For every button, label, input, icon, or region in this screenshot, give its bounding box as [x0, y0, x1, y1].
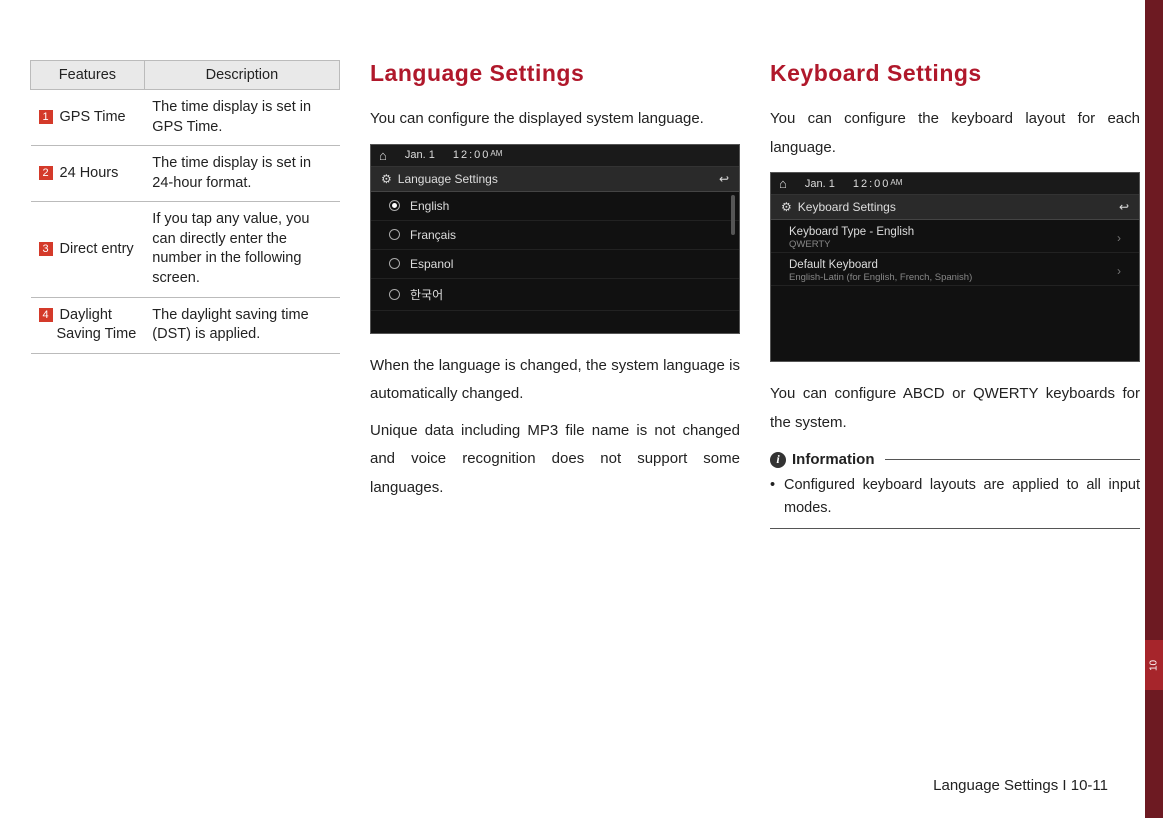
- language-option: Français: [371, 221, 739, 250]
- row-subtitle: QWERTY: [789, 239, 914, 250]
- radio-icon: [389, 258, 400, 269]
- feature-number-badge: 1: [39, 110, 53, 124]
- information-item: Configured keyboard layouts are applied …: [770, 474, 1140, 520]
- keyboard-settings-intro: You can configure the keyboard layout fo…: [770, 105, 1140, 162]
- language-settings-note1: When the language is changed, the system…: [370, 352, 740, 409]
- feature-number-badge: 4: [39, 308, 53, 322]
- language-label: Français: [410, 228, 456, 242]
- radio-icon: [389, 289, 400, 300]
- information-list: Configured keyboard layouts are applied …: [770, 474, 1140, 529]
- keyboard-settings-note: You can configure ABCD or QWERTY keyboar…: [770, 380, 1140, 437]
- features-table-column: Features Description 1 GPS Time The time…: [30, 60, 340, 529]
- screen-header: ⚙ Keyboard Settings ↩: [771, 195, 1139, 220]
- feature-name: Direct entry: [60, 241, 134, 257]
- info-icon: i: [770, 452, 786, 468]
- language-label: English: [410, 199, 449, 213]
- status-time: 12:00AM: [853, 178, 903, 190]
- language-settings-screenshot: ⌂ Jan. 1 12:00AM ⚙ Language Settings ↩ En…: [370, 144, 740, 334]
- divider: [885, 459, 1141, 460]
- keyboard-settings-column: Keyboard Settings You can configure the …: [770, 60, 1140, 529]
- language-settings-column: Language Settings You can configure the …: [370, 60, 740, 529]
- screen-header: ⚙ Language Settings ↩: [371, 167, 739, 192]
- feature-description: The daylight saving time (DST) is applie…: [144, 297, 339, 353]
- scrollbar: [731, 195, 735, 235]
- table-row: 4 Daylight Saving Time The daylight savi…: [31, 297, 340, 353]
- keyboard-settings-screenshot: ⌂ Jan. 1 12:00AM ⚙ Keyboard Settings ↩ Ke…: [770, 172, 1140, 362]
- home-icon: ⌂: [779, 176, 787, 191]
- feature-number-badge: 2: [39, 166, 53, 180]
- keyboard-settings-heading: Keyboard Settings: [770, 60, 1140, 87]
- status-date: Jan. 1: [405, 149, 435, 161]
- language-option: English: [371, 192, 739, 221]
- chevron-right-icon: ›: [1117, 264, 1121, 278]
- information-heading: i Information: [770, 451, 1140, 468]
- feature-name-line2: Saving Time: [39, 325, 137, 345]
- default-keyboard-row: Default Keyboard English-Latin (for Engl…: [771, 253, 1139, 286]
- table-row: 1 GPS Time The time display is set in GP…: [31, 90, 340, 146]
- feature-name: GPS Time: [60, 109, 126, 125]
- row-subtitle: English-Latin (for English, French, Span…: [789, 272, 972, 283]
- chapter-tab: 10: [1145, 640, 1163, 690]
- keyboard-type-row: Keyboard Type - English QWERTY ›: [771, 220, 1139, 253]
- language-settings-note2: Unique data including MP3 file name is n…: [370, 417, 740, 503]
- feature-description: If you tap any value, you can directly e…: [144, 202, 339, 297]
- language-option: Espanol: [371, 250, 739, 279]
- feature-description: The time display is set in 24-hour forma…: [144, 146, 339, 202]
- language-label: Espanol: [410, 257, 453, 271]
- back-icon: ↩: [719, 172, 729, 186]
- status-bar: ⌂ Jan. 1 12:00AM: [771, 173, 1139, 195]
- features-table: Features Description 1 GPS Time The time…: [30, 60, 340, 354]
- language-label: 한국어: [410, 286, 443, 303]
- language-option: 한국어: [371, 279, 739, 311]
- gear-icon: ⚙: [381, 172, 392, 186]
- table-header-description: Description: [144, 61, 339, 90]
- feature-description: The time display is set in GPS Time.: [144, 90, 339, 146]
- status-date: Jan. 1: [805, 178, 835, 190]
- page-footer: Language Settings I 10-11: [933, 777, 1108, 794]
- gear-icon: ⚙: [781, 200, 792, 214]
- language-settings-heading: Language Settings: [370, 60, 740, 87]
- radio-selected-icon: [389, 200, 400, 211]
- screen-title: Keyboard Settings: [798, 200, 896, 214]
- status-bar: ⌂ Jan. 1 12:00AM: [371, 145, 739, 167]
- chapter-tab-strip: [1145, 0, 1163, 818]
- home-icon: ⌂: [379, 148, 387, 163]
- back-icon: ↩: [1119, 200, 1129, 214]
- information-label: Information: [792, 451, 875, 468]
- table-row: 3 Direct entry If you tap any value, you…: [31, 202, 340, 297]
- status-time: 12:00AM: [453, 149, 503, 161]
- screen-title: Language Settings: [398, 172, 498, 186]
- table-row: 2 24 Hours The time display is set in 24…: [31, 146, 340, 202]
- chevron-right-icon: ›: [1117, 231, 1121, 245]
- language-settings-intro: You can configure the displayed system l…: [370, 105, 740, 134]
- row-title: Keyboard Type - English: [789, 226, 914, 238]
- feature-name: 24 Hours: [60, 165, 119, 181]
- row-title: Default Keyboard: [789, 259, 878, 271]
- feature-name: Daylight: [60, 307, 112, 323]
- feature-number-badge: 3: [39, 242, 53, 256]
- table-header-features: Features: [31, 61, 145, 90]
- radio-icon: [389, 229, 400, 240]
